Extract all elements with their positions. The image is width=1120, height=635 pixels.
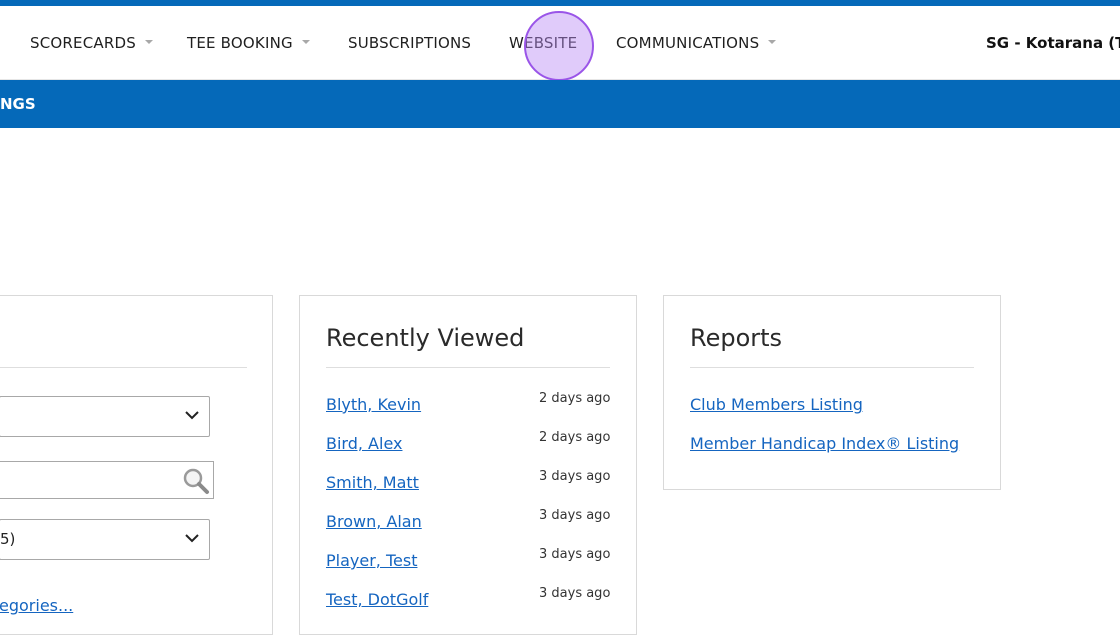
caret-down-icon — [768, 40, 777, 44]
nav-item-label: SCORECARDS — [30, 34, 136, 52]
recent-time: 3 days ago — [539, 508, 611, 523]
recent-member-link[interactable]: Blyth, Kevin — [326, 395, 421, 414]
recent-member-link[interactable]: Bird, Alex — [326, 434, 402, 453]
recent-member-link[interactable]: Player, Test — [326, 551, 417, 570]
sub-nav-item[interactable]: NGS — [0, 95, 36, 113]
filter-select-1[interactable] — [0, 396, 210, 437]
recent-time: 2 days ago — [539, 391, 611, 406]
search-input[interactable] — [0, 461, 214, 499]
nav-item-communications[interactable]: COMMUNICATIONS — [616, 34, 777, 52]
nav-item-tee-booking[interactable]: TEE BOOKING — [187, 34, 310, 52]
report-link-handicap-index[interactable]: Member Handicap Index® Listing — [690, 434, 959, 453]
card-title: Recently Viewed — [326, 324, 525, 352]
nav-item-label: SUBSCRIPTIONS — [348, 34, 472, 52]
sub-navbar: NGS — [0, 80, 1120, 128]
recent-time: 3 days ago — [539, 547, 611, 562]
categories-link[interactable]: egories... — [0, 596, 73, 615]
card-title: Reports — [690, 324, 783, 352]
recent-member-link[interactable]: Test, DotGolf — [326, 590, 428, 609]
recent-member-link[interactable]: Smith, Matt — [326, 473, 419, 492]
panel-divider — [0, 367, 247, 368]
recent-time: 3 days ago — [539, 586, 611, 601]
recent-time: 2 days ago — [539, 430, 611, 445]
card-divider — [326, 367, 610, 368]
search-icon[interactable] — [181, 467, 211, 495]
caret-down-icon — [144, 40, 153, 44]
nav-item-subscriptions[interactable]: SUBSCRIPTIONS — [348, 34, 471, 52]
chevron-down-icon — [185, 534, 199, 543]
filter-select-2[interactable]: 5) — [0, 519, 210, 560]
search-panel: 5) egories... — [0, 295, 273, 635]
chevron-down-icon — [185, 411, 199, 420]
recent-member-link[interactable]: Brown, Alan — [326, 512, 422, 531]
recently-viewed-card: Recently Viewed Blyth, Kevin 2 days ago … — [299, 295, 637, 635]
select-value: 5) — [0, 530, 16, 548]
card-divider — [690, 367, 974, 368]
report-link-club-members[interactable]: Club Members Listing — [690, 395, 863, 414]
club-name[interactable]: SG - Kotarana (TE — [986, 34, 1120, 52]
nav-item-scorecards[interactable]: SCORECARDS — [30, 34, 153, 52]
cursor-highlight — [524, 11, 594, 81]
recent-time: 3 days ago — [539, 469, 611, 484]
nav-item-label: COMMUNICATIONS — [616, 34, 760, 52]
nav-item-label: TEE BOOKING — [187, 34, 293, 52]
caret-down-icon — [301, 40, 310, 44]
reports-card: Reports Club Members Listing Member Hand… — [663, 295, 1001, 490]
